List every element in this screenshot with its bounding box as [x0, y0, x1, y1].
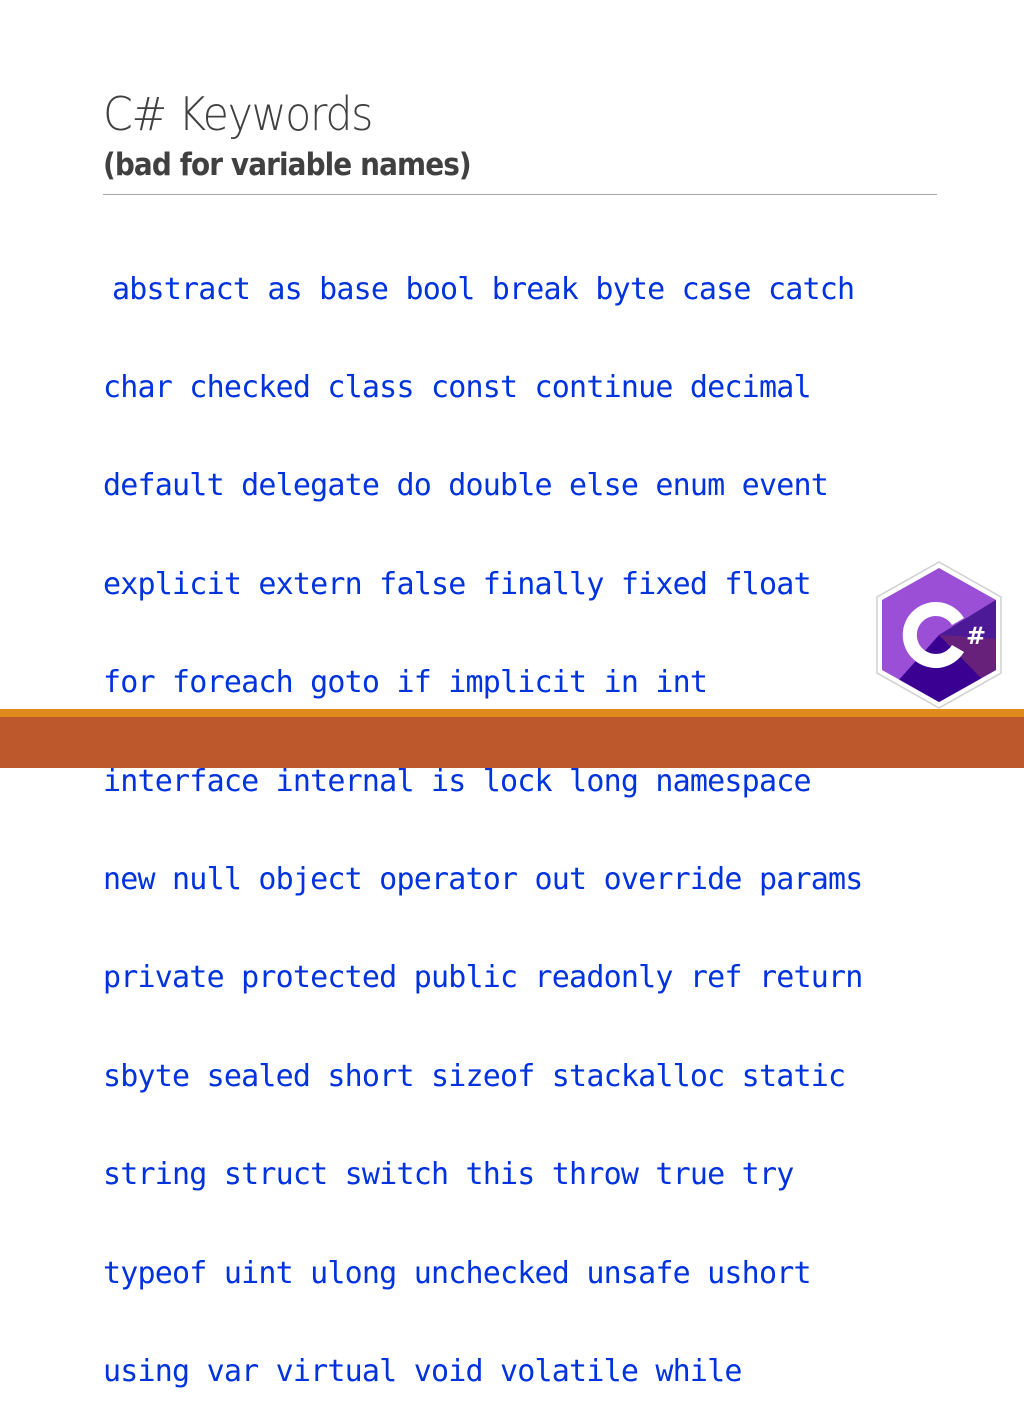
keyword-line: typeof uint ulong unchecked unsafe ushor… [103, 1255, 812, 1291]
footer-band [0, 717, 1024, 768]
csharp-logo-icon: # [872, 560, 1006, 710]
keyword-list: abstract as base bool break byte case ca… [103, 208, 863, 1421]
keyword-line: private protected public readonly ref re… [103, 960, 863, 996]
keyword-line: new null object operator out override pa… [103, 861, 863, 897]
footer-stripe [0, 709, 1024, 717]
keyword-line: sbyte sealed short sizeof stackalloc sta… [103, 1058, 846, 1094]
title-divider [103, 194, 937, 195]
slide-title: C# Keywords [103, 87, 373, 141]
keyword-line: for foreach goto if implicit in int [103, 665, 708, 701]
keyword-line: string struct switch this throw true try [103, 1157, 794, 1193]
slide-subtitle: (bad for variable names) [103, 147, 472, 183]
logo-hash-symbol: # [966, 622, 986, 650]
keyword-line: explicit extern false finally fixed floa… [103, 566, 812, 602]
keyword-line: using var virtual void volatile while [103, 1353, 742, 1389]
csharp-logo-svg: # [876, 561, 1002, 709]
keyword-line: abstract as base bool break byte case ca… [112, 271, 855, 307]
keyword-line: default delegate do double else enum eve… [103, 468, 829, 504]
keyword-line: char checked class const continue decima… [103, 369, 812, 405]
keyword-line: interface internal is lock long namespac… [103, 763, 812, 799]
